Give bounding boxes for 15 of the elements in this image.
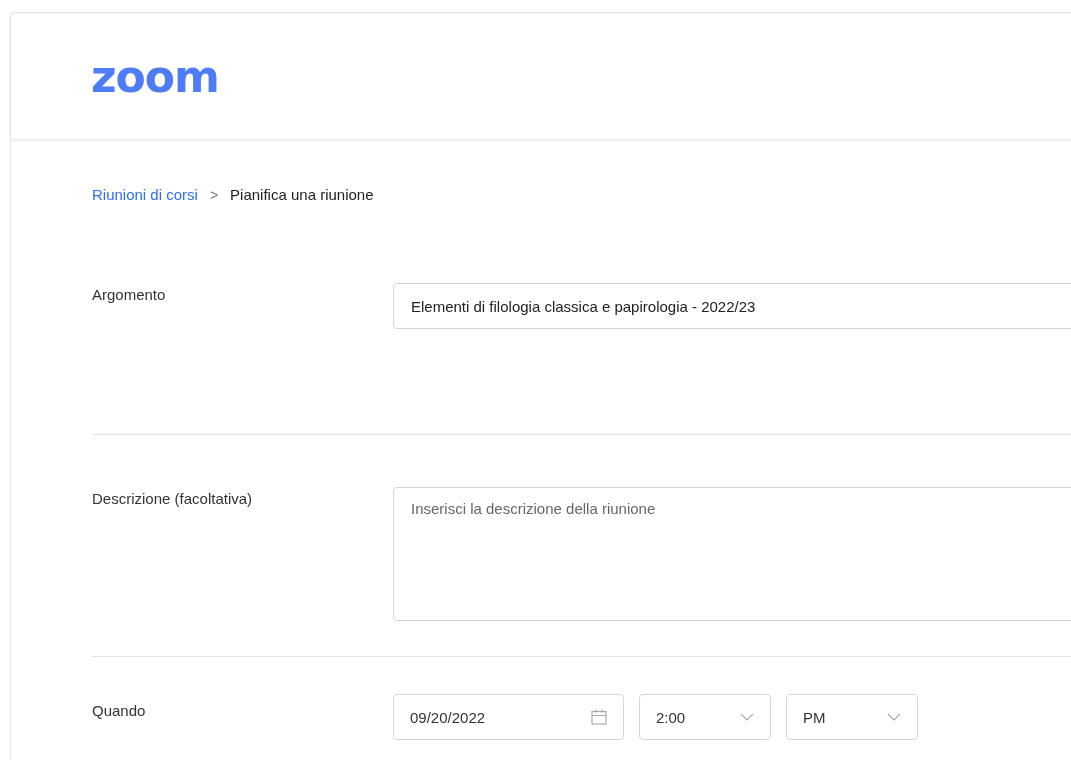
calendar-icon bbox=[591, 709, 607, 725]
date-field[interactable]: 09/20/2022 bbox=[393, 694, 624, 740]
ampm-select[interactable]: PM bbox=[786, 694, 918, 740]
description-field[interactable]: Inserisci la descrizione della riunione bbox=[393, 487, 1071, 621]
topic-field[interactable]: Elementi di filologia classica e papirologia - 2022/23 bbox=[393, 283, 1071, 329]
time-select[interactable]: 2:00 bbox=[639, 694, 771, 740]
topic-label: Argomento bbox=[92, 285, 167, 305]
breadcrumb-link[interactable]: Riunioni di corsi bbox=[92, 186, 198, 203]
zoom-logo[interactable]: zoom bbox=[91, 50, 219, 102]
description-label: Descrizione (facoltativa) bbox=[92, 489, 254, 509]
breadcrumb-current: Pianifica una riunione bbox=[230, 186, 374, 203]
when-label: Quando bbox=[92, 701, 147, 719]
chevron-down-icon bbox=[887, 713, 901, 721]
breadcrumb-separator: > bbox=[209, 186, 219, 203]
chevron-down-icon bbox=[740, 713, 754, 721]
